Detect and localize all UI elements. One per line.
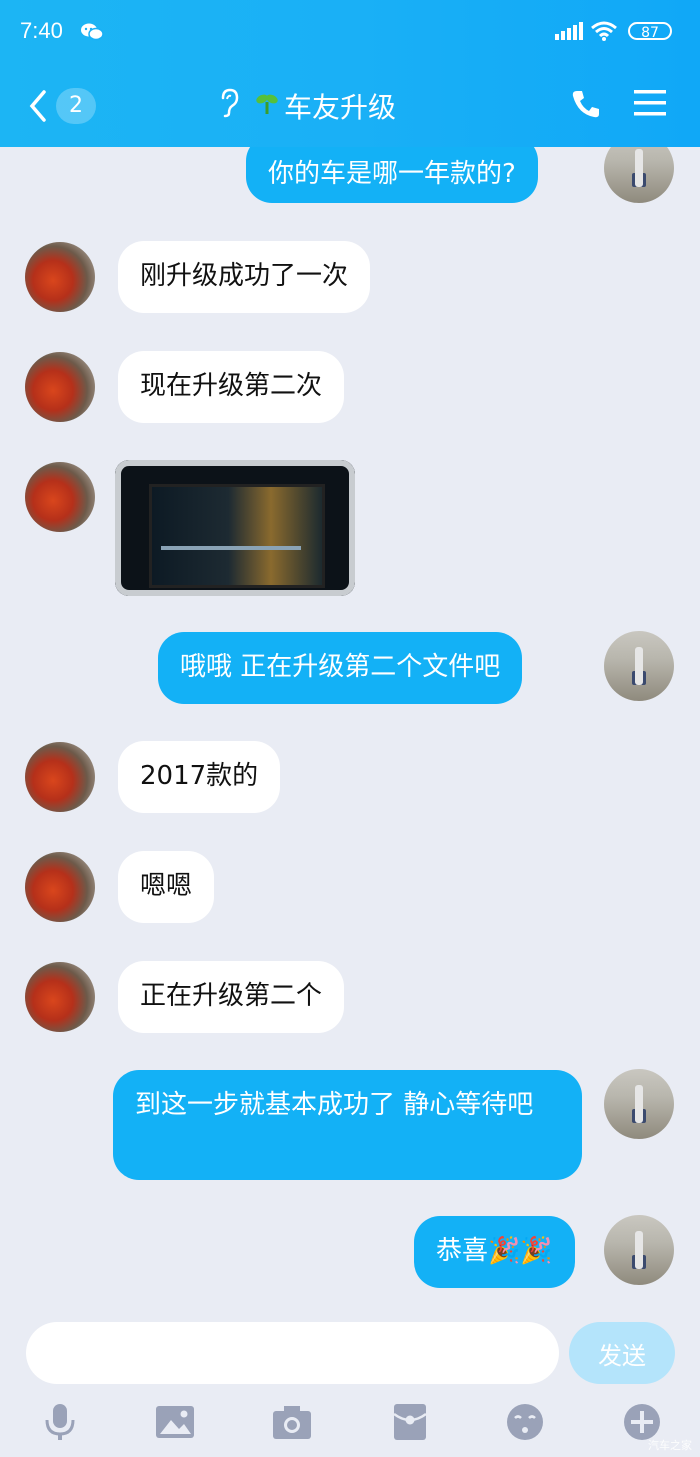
outgoing-message[interactable]: 到这一步就基本成功了 静心等待吧 bbox=[113, 1070, 582, 1180]
ear-icon bbox=[218, 88, 240, 125]
title-bar: 7:40 87 2 车友升级 bbox=[0, 0, 700, 147]
menu-icon bbox=[634, 90, 666, 116]
status-time: 7:40 bbox=[20, 18, 63, 43]
message-text: 嗯嗯 bbox=[140, 871, 193, 901]
wechat-notification-icon bbox=[80, 22, 104, 41]
message-input[interactable] bbox=[26, 1322, 559, 1384]
red-packet-icon[interactable] bbox=[390, 1402, 430, 1442]
contact-avatar[interactable] bbox=[25, 462, 95, 532]
composer-bar: 发送 汽车之家 bbox=[0, 1320, 700, 1457]
status-bar: 7:40 87 bbox=[0, 0, 700, 64]
nav-bar: 2 车友升级 bbox=[0, 64, 700, 147]
menu-button[interactable] bbox=[634, 88, 666, 122]
my-avatar[interactable] bbox=[604, 1215, 674, 1285]
voice-call-button[interactable] bbox=[570, 88, 602, 124]
incoming-message[interactable]: 2017款的 bbox=[118, 741, 281, 813]
outgoing-message[interactable]: 哦哦 正在升级第二个文件吧 bbox=[158, 632, 523, 704]
contact-avatar[interactable] bbox=[25, 852, 95, 922]
my-avatar[interactable] bbox=[604, 631, 674, 701]
outgoing-message[interactable]: 你的车是哪一年款的? bbox=[246, 147, 538, 203]
composer-toolbar bbox=[0, 1398, 700, 1448]
plus-icon[interactable] bbox=[622, 1402, 662, 1442]
message-text: 恭喜🎉🎉 bbox=[436, 1236, 553, 1266]
chat-title-text: 车友升级 bbox=[284, 91, 397, 124]
message-text: 现在升级第二次 bbox=[140, 371, 323, 401]
incoming-message[interactable]: 刚升级成功了一次 bbox=[118, 241, 371, 313]
contact-avatar[interactable] bbox=[25, 742, 95, 812]
chat-history[interactable]: 你的车是哪一年款的? 刚升级成功了一次 现在升级第二次 哦哦 正在升级第二个文件… bbox=[0, 147, 700, 1320]
camera-icon[interactable] bbox=[272, 1402, 312, 1442]
message-text: 哦哦 正在升级第二个文件吧 bbox=[180, 652, 501, 682]
unread-count-badge: 2 bbox=[56, 88, 96, 124]
chat-title: 车友升级 bbox=[218, 86, 396, 126]
incoming-message[interactable]: 嗯嗯 bbox=[118, 851, 215, 923]
wifi-icon bbox=[590, 20, 618, 46]
microphone-icon[interactable] bbox=[40, 1402, 80, 1442]
contact-avatar[interactable] bbox=[25, 962, 95, 1032]
chevron-left-icon bbox=[29, 90, 46, 122]
message-text: 到这一步就基本成功了 静心等待吧 bbox=[135, 1090, 534, 1120]
my-avatar[interactable] bbox=[604, 147, 674, 203]
outgoing-message[interactable]: 恭喜🎉🎉 bbox=[414, 1216, 575, 1288]
signal-icon bbox=[555, 22, 583, 44]
phone-icon bbox=[572, 91, 599, 118]
message-text: 正在升级第二个 bbox=[140, 981, 323, 1011]
incoming-message[interactable]: 正在升级第二个 bbox=[118, 961, 345, 1033]
send-button[interactable]: 发送 bbox=[569, 1322, 675, 1384]
message-text: 2017款的 bbox=[140, 761, 259, 791]
emoji-icon[interactable] bbox=[505, 1402, 545, 1442]
incoming-message[interactable]: 现在升级第二次 bbox=[118, 351, 345, 423]
contact-avatar[interactable] bbox=[25, 352, 95, 422]
sprout-icon bbox=[254, 90, 280, 123]
message-text: 你的车是哪一年款的? bbox=[268, 159, 516, 189]
contact-avatar[interactable] bbox=[25, 242, 95, 312]
my-avatar[interactable] bbox=[604, 1069, 674, 1139]
image-icon[interactable] bbox=[155, 1402, 195, 1442]
back-button[interactable]: 2 bbox=[28, 86, 108, 126]
watermark: 汽车之家 bbox=[648, 1439, 692, 1452]
image-message[interactable] bbox=[115, 460, 355, 596]
battery-indicator: 87 bbox=[628, 22, 672, 41]
message-text: 刚升级成功了一次 bbox=[140, 261, 349, 291]
